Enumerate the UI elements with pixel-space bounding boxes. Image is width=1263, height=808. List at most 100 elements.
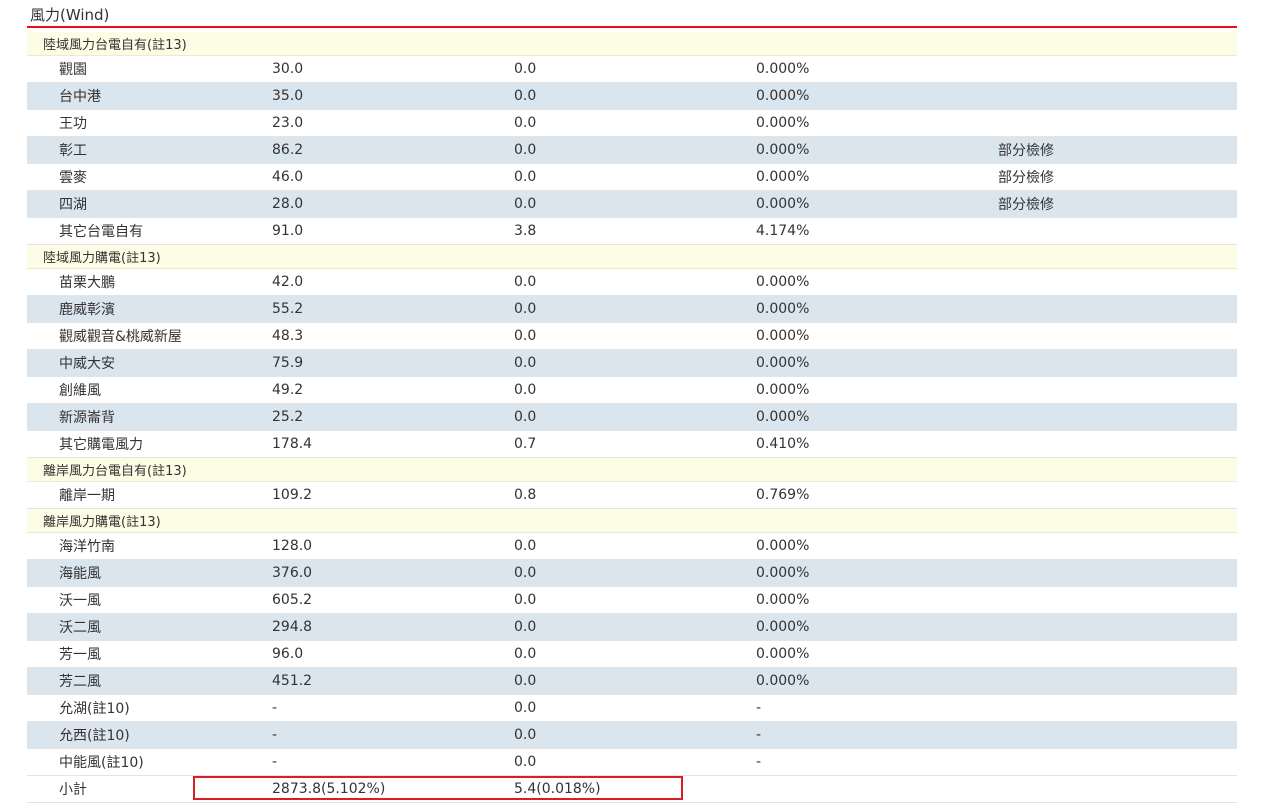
net-generation: 0.0	[514, 355, 537, 371]
installed-capacity: 109.2	[272, 487, 313, 503]
unit-name: 其它購電風力	[59, 437, 143, 453]
utilization-ratio: 0.000%	[756, 169, 810, 185]
net-generation: 0.0	[514, 328, 537, 344]
installed-capacity: 91.0	[272, 223, 304, 239]
utilization-ratio: 0.769%	[756, 487, 810, 503]
utilization-ratio: 4.174%	[756, 223, 810, 239]
unit-name: 中威大安	[59, 356, 115, 372]
utilization-ratio: 0.000%	[756, 646, 810, 662]
table-row: 苗栗大鵬 42.0 0.0 0.000%	[27, 269, 1237, 296]
installed-capacity: 376.0	[272, 565, 313, 581]
installed-capacity: 128.0	[272, 538, 313, 554]
group-label: 陸域風力購電(註13)	[43, 251, 161, 266]
utilization-ratio: 0.000%	[756, 673, 810, 689]
group-header-row: 離岸風力台電自有(註13)	[27, 458, 1237, 482]
net-generation: 0.0	[514, 301, 537, 317]
unit-name: 沃二風	[59, 620, 101, 636]
net-generation: 0.0	[514, 169, 537, 185]
utilization-ratio: 0.000%	[756, 274, 810, 290]
net-generation: 0.0	[514, 382, 537, 398]
table-row: 允湖(註10) - 0.0 -	[27, 695, 1237, 722]
unit-name: 雲麥	[59, 170, 87, 186]
unit-name: 沃一風	[59, 593, 101, 609]
installed-capacity: 42.0	[272, 274, 304, 290]
installed-capacity: 35.0	[272, 88, 304, 104]
unit-name: 台中港	[59, 89, 101, 105]
net-generation: 0.0	[514, 538, 537, 554]
utilization-ratio: -	[756, 700, 762, 716]
unit-name: 四湖	[59, 197, 87, 213]
utilization-ratio: -	[756, 754, 762, 770]
installed-capacity: -	[272, 727, 278, 743]
remark: 部分檢修	[998, 170, 1054, 186]
installed-capacity: 86.2	[272, 142, 304, 158]
table-row: 彰工 86.2 0.0 0.000% 部分檢修	[27, 137, 1237, 164]
unit-name: 王功	[59, 116, 87, 132]
subtotal-highlight-box	[193, 776, 683, 800]
table-row: 新源崙背 25.2 0.0 0.000%	[27, 404, 1237, 431]
table-row: 中威大安 75.9 0.0 0.000%	[27, 350, 1237, 377]
table-row: 海洋竹南 128.0 0.0 0.000%	[27, 533, 1237, 560]
group-label: 離岸風力台電自有(註13)	[43, 464, 187, 479]
net-generation: 0.0	[514, 565, 537, 581]
remark: 部分檢修	[998, 143, 1054, 159]
unit-name: 觀園	[59, 62, 87, 78]
utilization-ratio: 0.000%	[756, 196, 810, 212]
table-row: 沃二風 294.8 0.0 0.000%	[27, 614, 1237, 641]
unit-name: 新源崙背	[59, 410, 115, 426]
utilization-ratio: 0.000%	[756, 565, 810, 581]
remark: 部分檢修	[998, 197, 1054, 213]
unit-name: 允湖(註10)	[59, 701, 130, 717]
utilization-ratio: 0.000%	[756, 61, 810, 77]
unit-name: 離岸一期	[59, 488, 115, 504]
table-row: 離岸一期 109.2 0.8 0.769%	[27, 482, 1237, 509]
net-generation: 0.0	[514, 409, 537, 425]
unit-name: 芳二風	[59, 674, 101, 690]
unit-name: 觀威觀音&桃威新屋	[59, 329, 182, 345]
installed-capacity: 28.0	[272, 196, 304, 212]
table-row: 其它購電風力 178.4 0.7 0.410%	[27, 431, 1237, 458]
table-row: 海能風 376.0 0.0 0.000%	[27, 560, 1237, 587]
installed-capacity: 605.2	[272, 592, 313, 608]
table-row: 鹿威彰濱 55.2 0.0 0.000%	[27, 296, 1237, 323]
installed-capacity: -	[272, 754, 278, 770]
net-generation: 0.0	[514, 274, 537, 290]
table-row: 台中港 35.0 0.0 0.000%	[27, 83, 1237, 110]
title-divider	[27, 26, 1237, 28]
subtotal-capacity: 2873.8(5.102%)	[272, 781, 386, 797]
wind-power-table: 陸域風力台電自有(註13) 觀園 30.0 0.0 0.000% 台中港 35.0 0.0 0.…	[27, 32, 1237, 803]
net-generation: 0.0	[514, 727, 537, 743]
installed-capacity: -	[272, 700, 278, 716]
group-header-row: 陸域風力台電自有(註13)	[27, 32, 1237, 56]
utilization-ratio: -	[756, 727, 762, 743]
table-row: 芳一風 96.0 0.0 0.000%	[27, 641, 1237, 668]
utilization-ratio: 0.000%	[756, 328, 810, 344]
installed-capacity: 75.9	[272, 355, 304, 371]
section-title: 風力(Wind)	[30, 6, 110, 24]
utilization-ratio: 0.000%	[756, 355, 810, 371]
table-row: 創維風 49.2 0.0 0.000%	[27, 377, 1237, 404]
net-generation: 0.0	[514, 754, 537, 770]
unit-name: 芳一風	[59, 647, 101, 663]
unit-name: 中能風(註10)	[59, 755, 144, 771]
installed-capacity: 96.0	[272, 646, 304, 662]
net-generation: 0.0	[514, 142, 537, 158]
utilization-ratio: 0.410%	[756, 436, 810, 452]
table-row: 雲麥 46.0 0.0 0.000% 部分檢修	[27, 164, 1237, 191]
installed-capacity: 55.2	[272, 301, 304, 317]
installed-capacity: 23.0	[272, 115, 304, 131]
table-row: 觀威觀音&桃威新屋 48.3 0.0 0.000%	[27, 323, 1237, 350]
net-generation: 0.0	[514, 646, 537, 662]
installed-capacity: 46.0	[272, 169, 304, 185]
table-row: 觀園 30.0 0.0 0.000%	[27, 56, 1237, 83]
utilization-ratio: 0.000%	[756, 592, 810, 608]
unit-name: 海能風	[59, 566, 101, 582]
unit-name: 允西(註10)	[59, 728, 130, 744]
net-generation: 0.0	[514, 592, 537, 608]
installed-capacity: 451.2	[272, 673, 313, 689]
utilization-ratio: 0.000%	[756, 382, 810, 398]
unit-name: 創維風	[59, 383, 101, 399]
net-generation: 0.0	[514, 673, 537, 689]
group-label: 陸域風力台電自有(註13)	[43, 38, 187, 53]
net-generation: 0.7	[514, 436, 537, 452]
